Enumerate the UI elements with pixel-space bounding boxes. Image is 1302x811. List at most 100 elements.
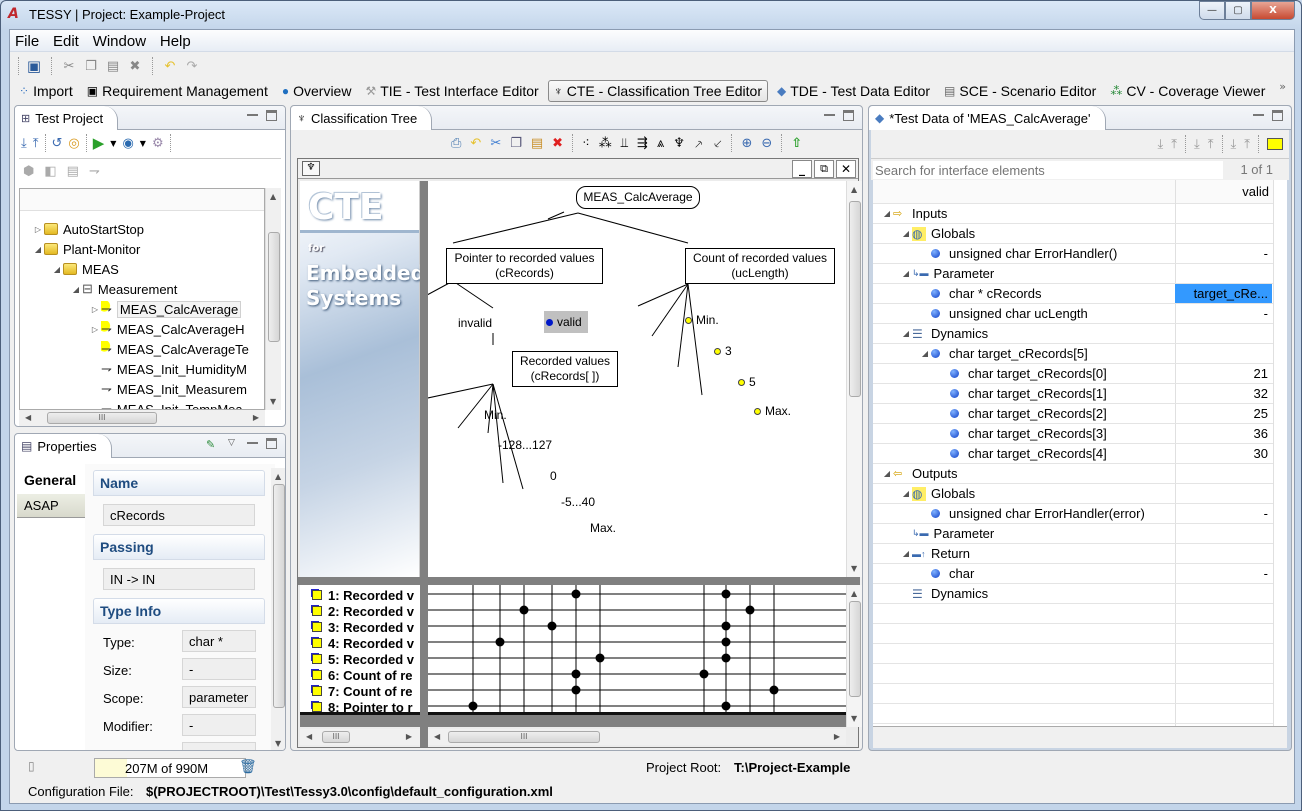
copy-icon[interactable]: ❐ — [510, 136, 522, 151]
maximize-view-icon[interactable] — [843, 110, 854, 121]
classification-pointer[interactable]: Pointer to recorded values (cRecords) — [446, 248, 603, 284]
size-field[interactable]: - — [182, 658, 256, 680]
perspective-cv[interactable]: ⁂ CV - Coverage Viewer — [1105, 80, 1270, 102]
close-button[interactable]: X — [1251, 1, 1295, 20]
collapse-icon[interactable]: ◢ — [900, 329, 912, 338]
analyze-icon[interactable]: ◎ — [68, 136, 79, 151]
test-data-row[interactable]: ◢ char target_cRecords[5] — [873, 344, 1273, 364]
test-data-row[interactable]: char * cRecords target_cRe... — [873, 284, 1273, 304]
classification-tree-tab[interactable]: ♆ Classification Tree — [291, 106, 433, 130]
matrix-mark[interactable] — [721, 701, 731, 711]
maximize-view-icon[interactable] — [266, 438, 277, 449]
matrix-mark[interactable] — [745, 605, 755, 615]
pragmas-field[interactable]: - — [182, 742, 256, 750]
matrix-mark[interactable] — [571, 589, 581, 599]
class-recorded-subrange[interactable]: -5...40 — [561, 495, 595, 509]
tree-item[interactable]: ◢ Plant-Monitor — [32, 239, 140, 259]
matrix-mark[interactable] — [699, 669, 709, 679]
cut-icon[interactable]: ✂ — [60, 57, 78, 75]
minimize-view-icon[interactable] — [247, 442, 258, 445]
passing-field[interactable]: IN -> IN — [103, 568, 255, 590]
test-case-matrix[interactable] — [428, 585, 846, 715]
test-data-value-cell[interactable]: - — [1175, 564, 1272, 583]
test-case-item[interactable]: 7: Count of re — [312, 683, 413, 699]
scope-field[interactable]: parameter — [182, 686, 256, 708]
paste-icon[interactable]: ▤ — [531, 136, 543, 151]
test-case-item[interactable]: 1: Recorded v — [312, 587, 414, 603]
perspective-tde[interactable]: ◆ TDE - Test Data Editor — [772, 80, 935, 102]
test-case-item[interactable]: 8: Pointer to r — [312, 699, 413, 712]
layout-right-icon[interactable]: ⸔ — [713, 134, 723, 152]
new-composition-icon[interactable]: ⁖ — [582, 136, 590, 151]
collapse-icon[interactable]: ◢ — [32, 245, 44, 254]
side-tab-general[interactable]: General — [17, 468, 85, 492]
class-invalid[interactable]: invalid — [458, 316, 492, 330]
test-data-row[interactable]: char target_cRecords[1] 32 — [873, 384, 1273, 404]
matrix-mark[interactable] — [495, 637, 505, 647]
run-dropdown-icon[interactable]: ▼ — [110, 139, 116, 148]
new-classification-icon[interactable]: ⁂ — [599, 136, 612, 151]
test-data-value-cell[interactable]: - — [1175, 504, 1272, 523]
matrix-mark[interactable] — [468, 701, 478, 711]
collapse-icon[interactable]: ◢ — [881, 209, 893, 218]
tree-horizontal-scrollbar[interactable]: ◀ III ▶ — [19, 410, 265, 426]
import-tests-icon[interactable]: ⤓ — [21, 136, 27, 151]
previous-icon[interactable]: ⤓ — [1231, 137, 1237, 152]
new-test-collection-icon[interactable]: ⬢ — [23, 164, 34, 179]
test-data-value-cell[interactable] — [1175, 584, 1272, 603]
test-data-value-cell[interactable] — [1175, 264, 1272, 283]
test-data-value-cell[interactable]: 21 — [1175, 364, 1272, 383]
new-test-case-icon[interactable]: ⇶ — [637, 136, 648, 151]
matrix-mark[interactable] — [571, 685, 581, 695]
expand-icon[interactable]: ⤒ — [1208, 137, 1214, 152]
move-up-icon[interactable]: ⤒ — [1171, 137, 1177, 152]
collapse-icon[interactable]: ◢ — [881, 469, 893, 478]
class-count-max[interactable]: Max. — [754, 404, 791, 418]
maximize-view-icon[interactable] — [1272, 110, 1283, 121]
test-data-tab[interactable]: ◆ *Test Data of 'MEAS_CalcAverage' — [869, 106, 1106, 130]
test-data-row[interactable]: ☰ Dynamics — [873, 584, 1273, 604]
matrix-mark[interactable] — [519, 605, 529, 615]
tree-item[interactable]: ◢ ⊟ Measurement — [70, 279, 177, 299]
perspective-requirement-management[interactable]: ▣ Requirement Management — [82, 80, 273, 102]
class-count-min[interactable]: Min. — [685, 313, 719, 327]
refresh-icon[interactable]: ↺ — [52, 136, 63, 151]
properties-tab[interactable]: ▤ Properties — [15, 434, 112, 458]
test-case-list-horizontal-scrollbar[interactable]: ◀ III ▶ — [300, 729, 420, 745]
test-data-value-cell[interactable] — [1175, 524, 1272, 543]
zoom-in-icon[interactable]: ⊕ — [741, 136, 752, 151]
test-data-value-cell[interactable]: target_cRe... — [1175, 284, 1272, 303]
tree-vertical-scrollbar[interactable]: ▲ ▼ — [265, 188, 281, 410]
test-data-row[interactable]: unsigned char ErrorHandler(error) - — [873, 504, 1273, 524]
test-data-value-cell[interactable] — [1175, 224, 1272, 243]
test-data-value-cell[interactable] — [1175, 544, 1272, 563]
tree-item[interactable]: ▷ AutoStartStop — [32, 219, 144, 239]
redo-icon[interactable]: ↷ — [183, 57, 201, 75]
expand-icon[interactable]: ▷ — [89, 325, 101, 334]
test-case-item[interactable]: 2: Recorded v — [312, 603, 414, 619]
test-data-value-cell[interactable]: - — [1175, 304, 1272, 323]
test-data-row[interactable]: char target_cRecords[4] 30 — [873, 444, 1273, 464]
pin-view-icon[interactable]: ✎ — [206, 438, 220, 451]
tree-item[interactable]: ⇁ MEAS_Init_HumidityM — [89, 359, 247, 379]
collapse-icon[interactable]: ◢ — [900, 489, 912, 498]
collapse-icon[interactable]: ◢ — [70, 285, 82, 294]
next-icon[interactable]: ⤒ — [1244, 137, 1250, 152]
tree-item[interactable]: ⇁ MEAS_CalcAverageTe — [89, 339, 249, 359]
class-recorded-max[interactable]: Max. — [590, 521, 616, 535]
test-data-value-cell[interactable]: 32 — [1175, 384, 1272, 403]
delete-icon[interactable]: ✖ — [126, 57, 144, 75]
classification-recorded-values[interactable]: Recorded values (cRecords[ ]) — [512, 351, 618, 387]
test-data-row[interactable]: ◢ ⇨ Inputs — [873, 204, 1273, 224]
paste-icon[interactable]: ▤ — [104, 57, 122, 75]
side-tab-asap[interactable]: ASAP — [17, 494, 85, 518]
name-field[interactable]: cRecords — [103, 504, 255, 526]
class-count-3[interactable]: 3 — [714, 344, 732, 358]
test-data-value-cell[interactable] — [1175, 484, 1272, 503]
tree-canvas-vertical-scrollbar[interactable]: ▲ ▼ — [846, 181, 862, 577]
classification-count[interactable]: Count of recorded values (ucLength) — [685, 248, 835, 284]
test-data-row[interactable]: ◢ ◍ Globals — [873, 484, 1273, 504]
undo-icon[interactable]: ↶ — [470, 136, 481, 151]
tree-item[interactable]: ◢ MEAS — [51, 259, 119, 279]
test-data-row[interactable]: char target_cRecords[2] 25 — [873, 404, 1273, 424]
